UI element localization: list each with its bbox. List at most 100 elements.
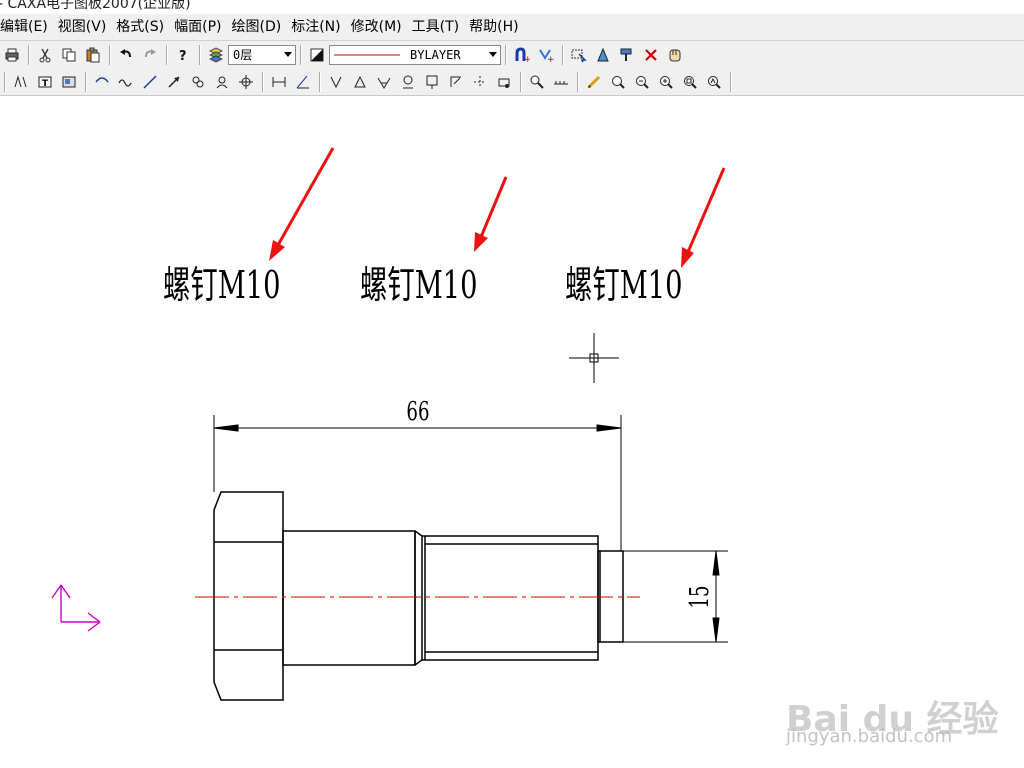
tool-button-6[interactable] — [139, 71, 161, 93]
menu-tools[interactable]: 工具(T) — [407, 14, 464, 40]
format-painter-button[interactable] — [616, 44, 638, 66]
tool-button-5[interactable] — [115, 71, 137, 93]
tool-button-7[interactable] — [163, 71, 185, 93]
toolbar-separator — [85, 71, 86, 92]
bolt-chamfer — [414, 659, 423, 666]
measure-button[interactable] — [550, 71, 572, 93]
watermark-url: jingyan.baidu.com — [786, 726, 953, 747]
drawing-toolbar: T — [0, 68, 1024, 96]
help-icon: ? — [179, 49, 187, 63]
menu-modify[interactable]: 修改(M) — [346, 14, 407, 40]
menu-view[interactable]: 视图(V) — [53, 14, 112, 40]
symbol-icon — [354, 75, 366, 87]
tool-button-2[interactable]: T — [34, 71, 56, 93]
zoom-icon — [612, 75, 625, 89]
zoom-out-icon — [684, 75, 697, 89]
zoom-all-icon — [708, 75, 721, 89]
tool-button-1[interactable] — [10, 71, 32, 93]
ucs-icon — [51, 584, 101, 632]
pencil-icon — [587, 75, 601, 88]
zoom-in-icon — [660, 75, 673, 89]
help-button[interactable]: ? — [172, 44, 194, 66]
redo-button[interactable] — [139, 44, 161, 66]
length-dimension-text: 66 — [406, 397, 429, 427]
tool-button-12[interactable] — [349, 71, 371, 93]
symbol-icon — [474, 75, 486, 88]
symbol-icon — [330, 76, 342, 88]
annotation-arrows — [269, 147, 726, 268]
tool-button-16[interactable] — [445, 71, 467, 93]
tool-button-17[interactable] — [469, 71, 491, 93]
menu-dimension[interactable]: 标注(N) — [286, 14, 345, 40]
layers-icon — [209, 47, 223, 62]
properties-button[interactable] — [592, 44, 614, 66]
symbol-icon — [498, 78, 510, 88]
cut-button[interactable] — [34, 44, 56, 66]
copy-icon — [62, 48, 76, 61]
linetype-select[interactable]: BYLAYER — [329, 44, 501, 65]
line-icon — [143, 74, 157, 89]
menu-bar: 编辑(E) 视图(V) 格式(S) 幅面(P) 绘图(D) 标注(N) 修改(M… — [0, 14, 1024, 41]
linetype-sample — [334, 54, 400, 55]
delete-button[interactable] — [640, 44, 662, 66]
menu-edit[interactable]: 编辑(E) — [0, 14, 53, 40]
color-button[interactable] — [306, 44, 328, 66]
tool-button-3[interactable] — [58, 71, 80, 93]
search-icon — [530, 75, 544, 89]
zoom-all-button[interactable] — [703, 71, 725, 93]
menu-sheet[interactable]: 幅面(P) — [169, 14, 226, 40]
bolt-head — [213, 491, 284, 701]
crosshair-cursor — [569, 333, 619, 383]
zoom-out-button[interactable] — [679, 71, 701, 93]
paste-button[interactable] — [82, 44, 104, 66]
zoom-dynamic-button[interactable] — [631, 71, 653, 93]
tool-button-8[interactable] — [187, 71, 209, 93]
bolt-chamfer — [414, 530, 423, 537]
tool-button-14[interactable] — [397, 71, 419, 93]
printer-icon — [5, 48, 19, 61]
query-button[interactable] — [526, 71, 548, 93]
tool-button-15[interactable] — [421, 71, 443, 93]
tool-button-13[interactable] — [373, 71, 395, 93]
menu-format[interactable]: 格式(S) — [111, 14, 169, 40]
baidu-watermark: Bai du 经验 jingyan.baidu.com — [786, 680, 1006, 750]
pan-button[interactable] — [664, 44, 686, 66]
select-icon — [571, 49, 587, 62]
symbol-icon — [426, 75, 438, 89]
bolt-thread-section — [421, 535, 599, 661]
layer-manager-button[interactable] — [205, 44, 227, 66]
dimension-icon — [272, 76, 286, 87]
tool-button-11[interactable] — [325, 71, 347, 93]
menu-help[interactable]: 帮助(H) — [464, 14, 523, 40]
zoom-in-button[interactable] — [655, 71, 677, 93]
tool-button-9[interactable] — [211, 71, 233, 93]
arrow-icon — [168, 75, 180, 88]
angle-dimension-button[interactable] — [292, 71, 314, 93]
tool-button-4[interactable] — [91, 71, 113, 93]
annotation-arrow — [474, 176, 508, 252]
toolbar-separator — [300, 44, 301, 65]
print-button[interactable] — [1, 44, 23, 66]
linear-dimension-button[interactable] — [268, 71, 290, 93]
window-title: - CAXA电子图板2007(企业版) — [0, 0, 191, 12]
toolbar-separator — [262, 71, 263, 92]
wave-icon — [118, 78, 132, 87]
hand-icon — [669, 49, 681, 61]
zoom-window-button[interactable] — [607, 71, 629, 93]
annotation-arrow — [681, 167, 726, 268]
pencil-button[interactable] — [583, 71, 605, 93]
select-all-button[interactable] — [568, 44, 590, 66]
toolbar-separator — [520, 71, 521, 92]
snap-button[interactable]: + — [511, 44, 533, 66]
copy-button[interactable] — [58, 44, 80, 66]
circle-icon — [192, 76, 204, 87]
tool-button-18[interactable] — [493, 71, 515, 93]
chevron-down-icon — [284, 51, 292, 57]
undo-button[interactable] — [115, 44, 137, 66]
point-filter-button[interactable]: + — [535, 44, 557, 66]
menu-draw[interactable]: 绘图(D) — [226, 14, 286, 40]
toolbar-separator — [28, 44, 29, 65]
layer-select[interactable]: 0层 — [228, 44, 296, 65]
drawing-canvas[interactable]: 螺钉M10 螺钉M10 螺钉M10 66 15 — [0, 97, 1024, 768]
tool-button-10[interactable] — [235, 71, 257, 93]
